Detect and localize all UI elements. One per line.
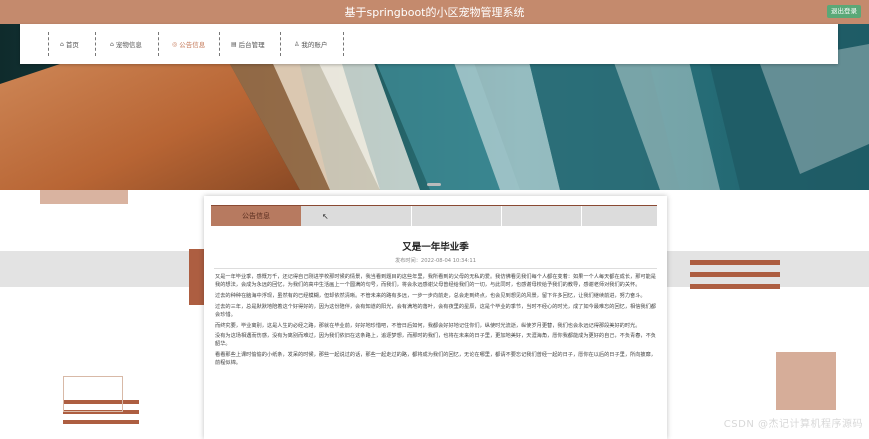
nav-item-label: 后台管理 bbox=[238, 41, 265, 49]
notice-icon: ◎ bbox=[172, 40, 178, 48]
carousel-indicator[interactable] bbox=[427, 183, 441, 186]
nav-divider bbox=[219, 32, 220, 56]
decor-stripe bbox=[690, 284, 780, 289]
logout-button[interactable]: 退出登录 bbox=[827, 5, 861, 18]
tab-divider bbox=[411, 206, 412, 226]
notice-publish-time: 发布时间：2022-08-04 10:34:11 bbox=[394, 258, 477, 264]
content-paragraph: 看看那些上课时偷偷的小纸条，发呆的时候，那些一起说过的话，那些一起走过的路，都将… bbox=[215, 352, 656, 367]
nav-item-label: 宠物信息 bbox=[115, 41, 142, 49]
nav-item-notices[interactable]: ◎ 公告信息 bbox=[172, 39, 206, 50]
decor-stripe bbox=[690, 260, 780, 265]
nav-item-admin[interactable]: ▤ 后台管理 bbox=[231, 39, 265, 50]
mouse-cursor-icon: ↖ bbox=[322, 212, 329, 221]
nav-divider bbox=[95, 32, 96, 56]
content-paragraph: 过去的种种在脑海中浮现，虽然有的已经模糊，但却依然清晰。不管未来的路有多远，一步… bbox=[215, 292, 646, 299]
nav-divider bbox=[48, 32, 49, 56]
watermark: CSDN @杰记计算机程序源码 bbox=[723, 419, 863, 430]
home-icon: ⌂ bbox=[60, 40, 64, 48]
nav-divider bbox=[343, 32, 344, 56]
content-paragraph: 过去的三年，总是默默地陪着这个好得好的，因为这份陪伴，会有知道的阳光，会有满地的… bbox=[215, 303, 656, 318]
site-title: 基于springboot的小区宠物管理系统 bbox=[344, 6, 525, 19]
tab-notice-info[interactable]: 公告信息 bbox=[211, 206, 301, 226]
notice-content: 又是一年毕业季，感慨万千，还记得自己刚进学校那时候的情景，我当看到题目的这些年里… bbox=[215, 273, 656, 370]
nav-item-account[interactable]: ♙ 我的账户 bbox=[294, 39, 328, 50]
admin-icon: ▤ bbox=[231, 40, 237, 48]
main-nav: ⌂ 首页 ⌂ 宠物信息 ◎ 公告信息 ▤ 后台管理 ♙ 我的账户 bbox=[20, 24, 838, 64]
nav-divider bbox=[158, 32, 159, 56]
decor-stripe bbox=[690, 272, 780, 277]
decor-block bbox=[189, 249, 205, 305]
title-divider bbox=[214, 268, 657, 269]
content-paragraph: 没有为这场相遇而伤感，没有为离别而难过，因为我们依旧在这条路上，追逐梦想，而那时… bbox=[215, 333, 656, 348]
decor-stripe bbox=[63, 420, 139, 424]
decor-block bbox=[776, 352, 836, 410]
content-paragraph: 而终究要，毕业离别，这是人生的必经之路，那就在毕业前，好好地珍惜吧，不管日后如何… bbox=[215, 322, 641, 329]
top-bar: 基于springboot的小区宠物管理系统 退出登录 bbox=[0, 0, 869, 24]
decor-block bbox=[40, 190, 128, 204]
nav-item-label: 首页 bbox=[65, 41, 79, 49]
nav-item-pets[interactable]: ⌂ 宠物信息 bbox=[110, 39, 142, 50]
nav-item-label: 公告信息 bbox=[179, 41, 206, 49]
content-paragraph: 又是一年毕业季，感慨万千，还记得自己刚进学校那时候的情景，我当看到题目的这些年里… bbox=[215, 274, 656, 289]
nav-item-home[interactable]: ⌂ 首页 bbox=[60, 39, 79, 50]
decor-outline bbox=[63, 376, 123, 412]
notice-title: 又是一年毕业季 bbox=[402, 242, 469, 253]
nav-divider bbox=[280, 32, 281, 56]
user-icon: ♙ bbox=[294, 40, 300, 48]
nav-item-label: 我的账户 bbox=[301, 41, 328, 49]
tab-divider bbox=[581, 206, 582, 226]
notice-tab-bar: 公告信息 ↖ bbox=[211, 205, 657, 226]
pet-icon: ⌂ bbox=[110, 40, 114, 48]
notice-detail-panel: 公告信息 ↖ 又是一年毕业季 发布时间：2022-08-04 10:34:11 … bbox=[204, 196, 667, 439]
tab-divider bbox=[501, 206, 502, 226]
